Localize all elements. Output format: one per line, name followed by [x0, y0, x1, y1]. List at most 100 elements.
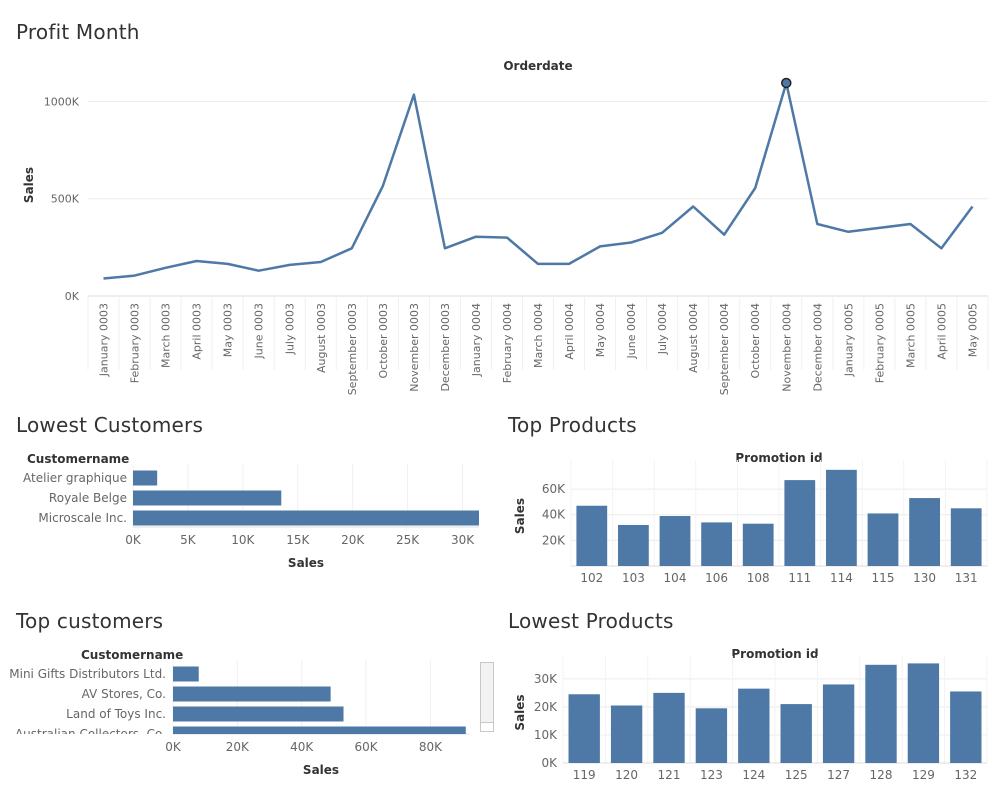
- x-tick-label: November 0004: [780, 303, 793, 392]
- row-header: Customername: [27, 452, 129, 466]
- y-tick-label: 30K: [534, 672, 558, 686]
- x-tick-label: December 0003: [439, 303, 452, 392]
- bar: [826, 469, 857, 566]
- bar: [822, 684, 855, 763]
- y-tick-label: 40K: [542, 508, 566, 522]
- row-header: Customername: [81, 648, 183, 662]
- highlighted-point: [781, 77, 792, 89]
- top-customers-chart: Customername 0K 20K 40K 60K 80K Sales Mini Gift…: [9, 648, 469, 777]
- bar: [909, 498, 940, 566]
- x-tick-label: 10K: [231, 533, 255, 547]
- category-label: Mini Gifts Distributors Ltd.: [9, 667, 166, 681]
- x-tick-label: 60K: [354, 740, 378, 754]
- x-tick-label: 127: [827, 768, 850, 782]
- category-label: Royale Belge: [49, 491, 127, 505]
- category-label: Australian Collectors, Co.: [15, 727, 166, 741]
- x-tick-label: 120: [615, 768, 638, 782]
- y-tick-label: 10K: [534, 728, 558, 742]
- scrollbar-thumb[interactable]: [481, 722, 493, 731]
- top-customers-scrollbar[interactable]: [480, 662, 494, 732]
- x-tick-label: 124: [742, 768, 765, 782]
- y-tick-label: 1000K: [44, 95, 80, 108]
- y-axis-label: Sales: [513, 694, 527, 730]
- y-tick-label: 20K: [534, 700, 558, 714]
- category-label: Microscale Inc.: [38, 511, 127, 525]
- x-tick-label: 103: [622, 571, 645, 585]
- bar: [568, 694, 600, 763]
- bar: [867, 513, 899, 566]
- bar: [173, 686, 331, 702]
- bar: [618, 524, 649, 566]
- bar: [695, 708, 728, 763]
- x-tick-label: 106: [705, 571, 728, 585]
- bar: [653, 692, 685, 763]
- x-tick-label: 104: [664, 571, 687, 585]
- y-axis-label: Sales: [22, 167, 36, 203]
- x-tick-label: July 0004: [656, 303, 669, 355]
- x-tick-label: January 0003: [98, 303, 111, 377]
- x-tick-label: March 0005: [904, 303, 917, 368]
- x-tick-label: 0K: [125, 533, 142, 547]
- x-tick-label: 111: [788, 571, 811, 585]
- lowest-customers-chart: Customername 0K 5K 10K 15K 20K 25K 30K Sales Atel…: [23, 452, 479, 570]
- lowest-products-chart: Promotion idSales0K10K20K30K119 120 121 123…: [513, 647, 988, 782]
- y-tick-label: 500K: [51, 193, 80, 206]
- x-tick-label: 0K: [165, 740, 182, 754]
- bar: [133, 510, 479, 526]
- sales-line: [103, 81, 974, 280]
- x-tick-label: April 0004: [563, 303, 576, 360]
- x-tick-label: 30K: [451, 533, 475, 547]
- x-tick-label: 20K: [226, 740, 250, 754]
- x-tick-label: May 0005: [966, 303, 979, 357]
- x-tick-label: 132: [954, 768, 977, 782]
- x-tick-label: 40K: [290, 740, 314, 754]
- x-tick-label: 5K: [180, 533, 197, 547]
- x-tick-label: 114: [830, 571, 853, 585]
- x-tick-label: June 0003: [253, 303, 266, 359]
- x-tick-label: 119: [573, 768, 596, 782]
- x-tick-label: October 0004: [749, 303, 762, 379]
- category-label: AV Stores, Co.: [82, 687, 166, 701]
- x-tick-label: 129: [912, 768, 935, 782]
- x-tick-label: September 0004: [718, 303, 731, 395]
- bar: [780, 704, 812, 763]
- bar: [907, 663, 940, 763]
- x-axis-label: Sales: [288, 556, 324, 570]
- line-chart-title: Orderdate: [503, 59, 572, 73]
- x-tick-label: 125: [785, 768, 808, 782]
- bar: [133, 490, 282, 506]
- x-tick-label: April 0003: [191, 303, 204, 360]
- x-tick-label: January 0004: [470, 303, 483, 377]
- dashboard-charts: Orderdate Sales 0K 500K 1000K January 0003 Feb…: [9, 59, 989, 782]
- bar: [173, 666, 199, 682]
- x-tick-label: January 0005: [842, 303, 855, 377]
- profit-month-chart: Orderdate Sales 0K 500K 1000K January 0003 Feb…: [22, 59, 989, 395]
- x-tick-label: December 0004: [811, 303, 824, 392]
- x-tick-label: 80K: [419, 740, 443, 754]
- x-tick-label: November 0003: [408, 303, 421, 392]
- bar: [701, 522, 732, 566]
- x-tick-label: 131: [955, 571, 978, 585]
- x-tick-label: July 0003: [284, 303, 297, 355]
- bar-rows: Atelier graphique Royale Belge Microscale …: [23, 470, 479, 526]
- x-tick-label: April 0005: [935, 303, 948, 360]
- x-tick-label: 15K: [286, 533, 310, 547]
- x-tick-label: May 0004: [594, 303, 607, 357]
- x-tick-label: 115: [872, 571, 895, 585]
- x-tick-label: February 0005: [873, 303, 886, 383]
- x-tick-label: March 0004: [532, 303, 545, 368]
- x-tick-label: 20K: [341, 533, 365, 547]
- bar: [610, 705, 643, 763]
- bar: [576, 505, 608, 566]
- x-axis-label: Sales: [303, 763, 339, 777]
- bar: [173, 706, 344, 722]
- category-label: Land of Toys Inc.: [66, 707, 166, 721]
- x-tick-label: March 0003: [160, 303, 173, 368]
- x-tick-label: 128: [870, 768, 893, 782]
- category-label: Atelier graphique: [23, 471, 127, 485]
- bar: [742, 523, 774, 566]
- bar: [865, 664, 897, 763]
- bar: [133, 470, 158, 486]
- x-tick-label: 121: [658, 768, 681, 782]
- x-tick-label: 108: [747, 571, 770, 585]
